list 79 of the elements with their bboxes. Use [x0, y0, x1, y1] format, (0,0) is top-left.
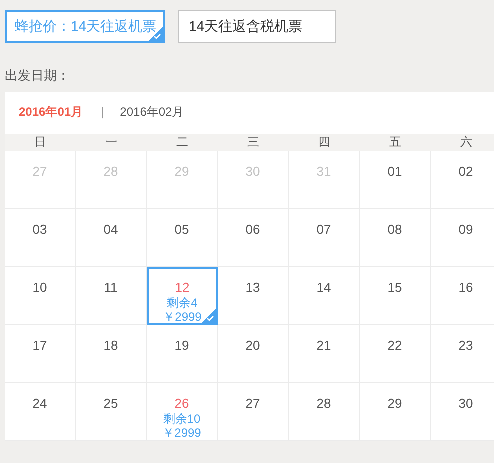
day-number: 24 — [32, 396, 48, 412]
day-number: 12 — [175, 280, 190, 296]
date-cell[interactable]: 10 — [5, 267, 76, 325]
date-cell[interactable]: 18 — [76, 325, 147, 383]
date-cell[interactable]: 28 — [289, 383, 360, 441]
date-cell[interactable]: 30 — [431, 383, 494, 441]
date-cell[interactable]: 07 — [289, 209, 360, 267]
day-number: 27 — [32, 164, 48, 180]
day-number: 29 — [174, 164, 190, 180]
date-cell[interactable]: 15 — [360, 267, 431, 325]
weekday-label: 四 — [318, 134, 332, 151]
seats-left: 剩余10 — [163, 412, 201, 426]
date-cell[interactable]: 03 — [5, 209, 76, 267]
day-number: 18 — [104, 338, 118, 354]
day-number: 07 — [316, 222, 332, 238]
price: ￥2999 — [163, 310, 202, 324]
month-tab[interactable]: 2016年02月 — [120, 104, 184, 120]
day-number: 27 — [246, 396, 260, 412]
day-number: 25 — [104, 396, 118, 412]
day-number: 30 — [458, 396, 474, 412]
day-number: 01 — [388, 164, 402, 180]
day-number: 03 — [32, 222, 48, 238]
date-cell[interactable]: 17 — [5, 325, 76, 383]
day-number: 15 — [388, 280, 402, 296]
day-number: 26 — [174, 396, 190, 412]
date-cell[interactable]: 25 — [76, 383, 147, 441]
day-number: 14 — [316, 280, 332, 296]
day-number: 29 — [388, 396, 402, 412]
date-cell[interactable]: 24 — [5, 383, 76, 441]
date-cell[interactable]: 09 — [431, 209, 494, 267]
weekday-label: 三 — [246, 134, 260, 151]
day-number: 11 — [104, 280, 118, 296]
date-cell[interactable]: 19 — [147, 325, 218, 383]
separator: | — [101, 105, 104, 119]
day-number: 13 — [246, 280, 260, 296]
date-cell[interactable]: 11 — [76, 267, 147, 325]
date-cell[interactable]: 01 — [360, 151, 431, 209]
date-cell[interactable]: 08 — [360, 209, 431, 267]
field-label: 出发日期： — [5, 67, 71, 83]
date-cell[interactable]: 16 — [431, 267, 494, 325]
date-cell[interactable]: 22 — [360, 325, 431, 383]
check-icon — [202, 309, 216, 323]
day-number: 08 — [388, 222, 402, 238]
weekday-label: 二 — [176, 134, 190, 151]
seats-left: 剩余4 — [167, 296, 198, 310]
day-number: 28 — [316, 396, 332, 412]
day-number: 30 — [246, 164, 260, 180]
date-cell[interactable]: 06 — [218, 209, 289, 267]
date-cell[interactable]: 14 — [289, 267, 360, 325]
date-cell[interactable]: 29 — [360, 383, 431, 441]
weekday-label: 五 — [388, 134, 402, 151]
date-cell[interactable]: 13 — [218, 267, 289, 325]
day-number: 21 — [316, 338, 332, 354]
date-cell[interactable]: 21 — [289, 325, 360, 383]
day-number: 10 — [32, 280, 48, 296]
weekday-label: 一 — [104, 134, 118, 151]
day-number: 31 — [316, 164, 332, 180]
day-number: 02 — [458, 164, 474, 180]
day-number: 06 — [246, 222, 260, 238]
fare-option[interactable]: 14天往返含税机票 — [178, 10, 336, 43]
day-number: 04 — [104, 222, 118, 238]
day-number: 22 — [388, 338, 402, 354]
day-number: 19 — [174, 338, 190, 354]
weekday-label: 六 — [460, 134, 474, 151]
date-cell[interactable]: 02 — [431, 151, 494, 209]
day-number: 23 — [458, 338, 474, 354]
date-cell[interactable]: 20 — [218, 325, 289, 383]
date-cell[interactable]: 27 — [218, 383, 289, 441]
day-number: 09 — [458, 222, 474, 238]
weekday-label: 日 — [34, 134, 48, 151]
date-cell[interactable]: 23 — [431, 325, 494, 383]
price: ￥2999 — [162, 426, 202, 440]
day-number: 17 — [32, 338, 48, 354]
date-cell[interactable]: 04 — [76, 209, 147, 267]
day-number: 05 — [174, 222, 190, 238]
date-cell[interactable]: 05 — [147, 209, 218, 267]
day-number: 28 — [104, 164, 118, 180]
day-number: 16 — [458, 280, 474, 296]
day-number: 20 — [246, 338, 260, 354]
